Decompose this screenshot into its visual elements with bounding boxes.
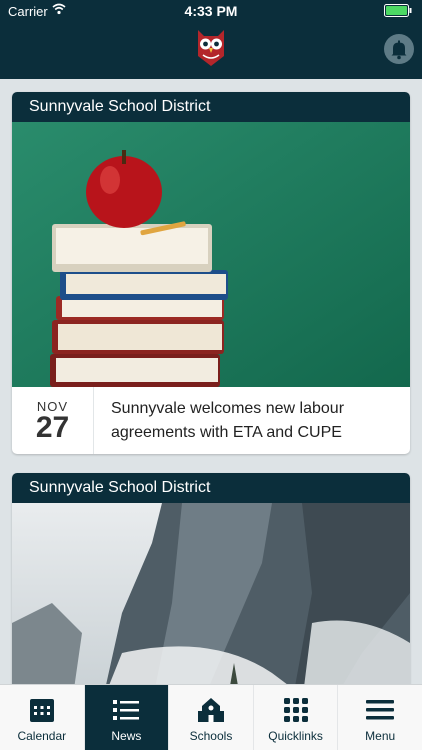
news-image (12, 503, 410, 684)
tab-label: Menu (365, 729, 396, 743)
news-card[interactable]: Sunnyvale School District (12, 473, 410, 684)
tab-news[interactable]: News (84, 685, 170, 750)
clock-label: 4:33 PM (184, 3, 238, 19)
owl-logo-icon[interactable] (195, 26, 227, 68)
tab-label: Calendar (17, 729, 67, 743)
news-headline[interactable]: Sunnyvale welcomes new labour agreements… (111, 397, 401, 445)
grid-icon (283, 698, 308, 722)
card-source: Sunnyvale School District (12, 473, 410, 503)
news-image (12, 122, 410, 387)
tab-label: Quicklinks (268, 729, 323, 743)
status-bar: Carrier 4:33 PM (0, 0, 422, 22)
list-icon (113, 700, 140, 720)
news-feed[interactable]: Sunnyvale School District NOV 27 Sunnyva… (0, 79, 422, 684)
news-meta[interactable]: NOV 27 Sunnyvale welcomes new labour agr… (12, 387, 410, 454)
tab-label: Schools (189, 729, 233, 743)
notifications-button[interactable] (384, 34, 414, 64)
top-bar: Carrier 4:33 PM (0, 0, 422, 79)
news-card[interactable]: Sunnyvale School District (12, 92, 410, 454)
school-icon (197, 698, 224, 722)
tab-bar: Calendar News Schools Quicklinks Menu (0, 684, 422, 750)
card-source: Sunnyvale School District (12, 92, 410, 122)
snowy-mountain-image (12, 503, 410, 684)
calendar-icon (29, 699, 54, 722)
apple-on-books-image (12, 122, 410, 387)
tab-menu[interactable]: Menu (338, 685, 422, 750)
hamburger-icon (366, 700, 395, 720)
date-badge: NOV 27 (12, 387, 94, 454)
date-day: 27 (35, 411, 70, 444)
tab-label: News (111, 729, 142, 743)
battery-icon (384, 4, 412, 17)
tab-calendar[interactable]: Calendar (0, 685, 85, 750)
bell-icon (391, 40, 407, 60)
tab-schools[interactable]: Schools (169, 685, 254, 750)
tab-quicklinks[interactable]: Quicklinks (254, 685, 339, 750)
